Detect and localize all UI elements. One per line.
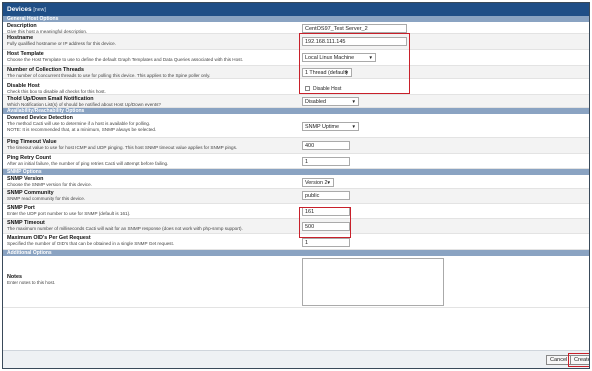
row-host-template: Host Template Choose the Host Template t… [3, 50, 589, 66]
form-footer: Cancel Create [3, 350, 589, 368]
row-threads: Number of Collection Threads The number … [3, 66, 589, 79]
row-snmp-version: SNMP Version Choose the SNMP version for… [3, 175, 589, 189]
snmp-port-help: Enter the UDP port number to use for SNM… [7, 211, 131, 217]
hostname-help: Fully qualified hostname or IP address f… [7, 41, 116, 47]
row-ping-retry: Ping Retry Count After an initial failur… [3, 154, 589, 169]
device-form-window: Devices [new] General Host Options Descr… [2, 2, 590, 369]
notes-help: Enter notes to this host. [7, 280, 56, 286]
row-snmp-timeout: SNMP Timeout The maximum number of milli… [3, 219, 589, 234]
ping-timeout-input[interactable]: 400 [302, 141, 350, 150]
max-oids-help: Specified the number of OID's that can b… [7, 241, 175, 247]
max-oids-input[interactable]: 1 [302, 238, 350, 247]
row-max-oids: Maximum OID's Per Get Request Specified … [3, 234, 589, 250]
ping-retry-input[interactable]: 1 [302, 157, 350, 166]
chevron-down-icon: ▼ [326, 180, 331, 185]
host-template-help: Choose the Host Template to use to defin… [7, 57, 244, 63]
row-disable-host: Disable Host Check this box to disable a… [3, 79, 589, 95]
thold-select[interactable]: Disabled ▼ [302, 97, 359, 106]
ping-retry-help: After an initial failure, the number of … [7, 161, 169, 167]
snmp-community-help: SNMP read community for this device. [7, 196, 86, 202]
page-title: Devices [7, 6, 32, 13]
row-description: Description Give this host a meaningful … [3, 22, 589, 34]
row-snmp-port: SNMP Port Enter the UDP port number to u… [3, 204, 589, 219]
row-downed-detection: Downed Device Detection The method Cacti… [3, 114, 589, 138]
highlight-snmp-fields [299, 207, 351, 238]
downed-note: NOTE: It is recommended that, at a minim… [7, 127, 157, 132]
row-snmp-community: SNMP Community SNMP read community for t… [3, 189, 589, 204]
highlight-general-fields [299, 33, 410, 94]
snmp-community-input[interactable]: public [302, 191, 350, 200]
page-subtitle: [new] [33, 7, 46, 13]
ping-timeout-help: The timeout value to use for host ICMP a… [7, 145, 238, 151]
snmp-version-select[interactable]: Version 2 ▼ [302, 178, 334, 187]
snmp-version-help: Choose the SNMP version for this device. [7, 182, 92, 188]
row-ping-timeout: Ping Timeout Value The timeout value to … [3, 138, 589, 154]
highlight-create-button [568, 353, 589, 367]
description-input[interactable]: CentOS97_Test Server_2 [302, 24, 407, 33]
chevron-down-icon: ▼ [351, 124, 356, 129]
row-hostname: Hostname Fully qualified hostname or IP … [3, 34, 589, 50]
notes-textarea[interactable] [302, 258, 444, 306]
thold-help: Which Notification List(s) of should be … [7, 102, 161, 108]
chevron-down-icon: ▼ [351, 99, 356, 104]
row-thold: Thold Up/Down Email Notification Which N… [3, 95, 589, 108]
row-notes: Notes Enter notes to this host. [3, 256, 589, 308]
downed-select[interactable]: SNMP Uptime ▼ [302, 122, 359, 131]
snmp-timeout-help: The maximum number of milliseconds Cacti… [7, 226, 243, 232]
page-header: Devices [new] [3, 3, 589, 16]
